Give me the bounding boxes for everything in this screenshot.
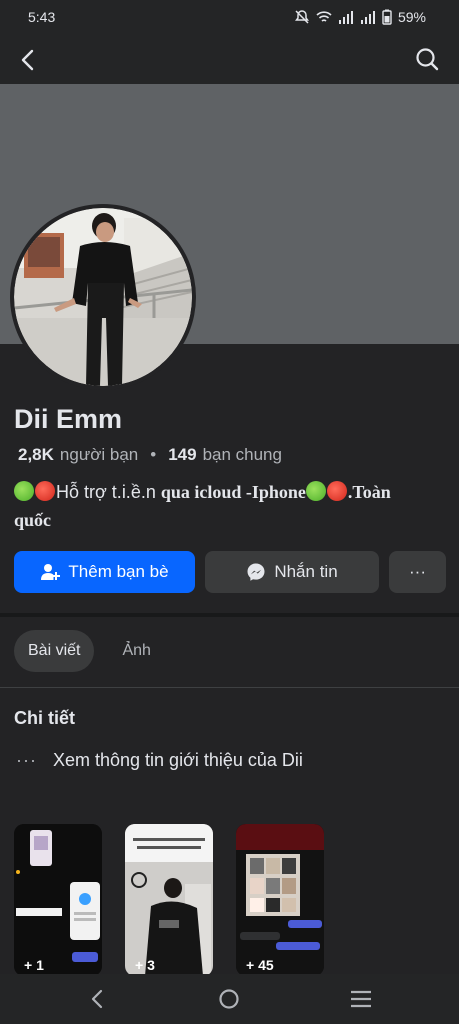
status-icons: 59% — [294, 9, 426, 25]
add-person-icon — [41, 564, 61, 580]
bio-text-1: Hỗ trợ t.i.ề.n — [56, 482, 156, 502]
mutual-count: 149 — [168, 445, 197, 464]
friends-label: người bạn — [59, 445, 139, 464]
green-apple-icon — [305, 481, 326, 501]
profile-stats[interactable]: 2,8K người bạn • 149 bạn chung — [18, 445, 282, 465]
back-arrow-icon — [21, 49, 34, 71]
system-home-icon[interactable] — [217, 987, 241, 1011]
section-divider — [0, 613, 459, 617]
top-nav — [0, 34, 459, 84]
red-apple-icon — [326, 481, 347, 501]
profile-avatar[interactable] — [10, 204, 196, 390]
red-apple-icon — [35, 481, 55, 501]
add-friend-button[interactable]: Thêm bạn bè — [14, 551, 195, 593]
featured-thumbnail — [236, 824, 324, 976]
status-bar: 5:43 59% — [0, 0, 459, 34]
search-button[interactable] — [413, 45, 441, 73]
details-title: Chi tiết — [14, 708, 75, 728]
profile-bio: Hỗ trợ t.i.ề.n qua icloud -Iphone .Toàn q… — [14, 478, 444, 534]
featured-count: + 1 — [24, 957, 44, 973]
profile-tabs: Bài viết Ảnh — [14, 630, 165, 672]
bio-text-4: quốc — [14, 510, 52, 530]
featured-count: + 3 — [135, 957, 155, 973]
tabs-divider — [0, 687, 459, 688]
message-button[interactable]: Nhắn tin — [205, 551, 379, 593]
featured-count: + 45 — [246, 957, 274, 973]
more-options-icon: ··· — [409, 562, 426, 581]
featured-thumbnail — [125, 824, 213, 976]
status-time: 5:43 — [28, 9, 56, 25]
bio-text-3: .Toàn — [347, 482, 391, 502]
signal-icon-2 — [360, 11, 375, 24]
wifi-icon — [316, 11, 332, 22]
system-nav-bar — [0, 974, 459, 1024]
intro-link[interactable]: ··· Xem thông tin giới thiệu của Dii — [16, 750, 303, 771]
green-apple-icon — [14, 481, 34, 501]
featured-thumbnail — [14, 824, 102, 976]
intro-link-label: Xem thông tin giới thiệu của Dii — [52, 750, 303, 770]
friends-count: 2,8K — [18, 445, 54, 464]
featured-card[interactable]: + 45 — [236, 824, 324, 976]
messenger-icon — [247, 563, 265, 581]
more-options-button[interactable]: ··· — [389, 551, 446, 593]
tab-photos[interactable]: Ảnh — [108, 630, 164, 672]
signal-icon — [338, 11, 353, 24]
message-label: Nhắn tin — [274, 562, 338, 581]
featured-card[interactable]: + 3 — [125, 824, 213, 976]
more-dots-icon: ··· — [16, 750, 37, 770]
system-recents-icon[interactable] — [349, 988, 373, 1010]
search-icon — [416, 48, 439, 71]
tab-posts[interactable]: Bài viết — [14, 630, 95, 672]
battery-icon — [382, 9, 392, 25]
avatar-photo — [14, 208, 192, 386]
mute-icon — [294, 10, 309, 24]
featured-card[interactable]: + 1 — [14, 824, 102, 976]
system-back-icon[interactable] — [86, 987, 108, 1011]
mutual-label: bạn chung — [202, 445, 282, 464]
stats-separator: • — [150, 445, 157, 464]
add-friend-label: Thêm bạn bè — [68, 562, 169, 581]
back-button[interactable] — [14, 46, 42, 74]
battery-percent: 59% — [397, 9, 426, 25]
bio-text-2: qua icloud -Iphone — [160, 482, 306, 502]
profile-name: Dii Emm — [14, 404, 123, 434]
